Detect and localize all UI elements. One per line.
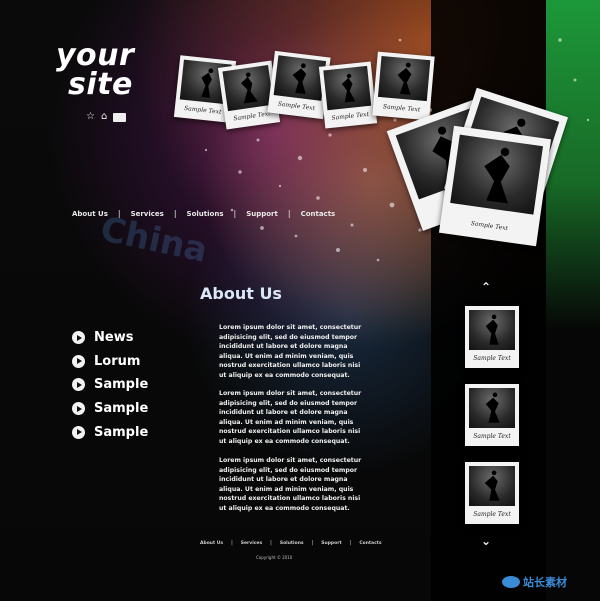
footer-separator: |: [349, 540, 352, 546]
photo-image: [322, 66, 372, 111]
corner-watermark: 站长素材: [502, 574, 567, 590]
site-logo[interactable]: your site: [56, 41, 134, 102]
gallery-photo-2[interactable]: Sample Text: [465, 384, 519, 446]
nav-services[interactable]: Services: [131, 210, 164, 218]
photo-image: [468, 466, 516, 506]
photo-caption: Sample Text: [382, 103, 421, 114]
side-menu-item-sample-3[interactable]: Sample: [72, 420, 148, 444]
header-photo-4[interactable]: Sample Text: [318, 61, 378, 129]
gallery-up-arrow-icon[interactable]: ⌃: [481, 280, 491, 294]
swirl-logo-icon: [502, 576, 520, 588]
footer-link-support[interactable]: Support: [321, 541, 341, 546]
gallery-photo-3[interactable]: Sample Text: [465, 462, 519, 524]
side-menu-label: Sample: [94, 377, 149, 393]
photo-image: [273, 55, 327, 101]
footer-link-about-us[interactable]: About Us: [200, 541, 223, 546]
star-icon[interactable]: ☆: [86, 112, 95, 122]
footer-nav: About Us | Services | Solutions | Suppor…: [200, 540, 382, 546]
side-menu-label: News: [94, 330, 134, 346]
logo-line-2: site: [68, 66, 133, 102]
photo-image: [468, 310, 516, 350]
side-menu-label: Sample: [94, 424, 149, 440]
gallery-down-arrow-icon[interactable]: ⌄: [481, 534, 491, 548]
footer-link-contacts[interactable]: Contacts: [359, 541, 381, 546]
nav-contacts[interactable]: Contacts: [301, 210, 336, 218]
side-menu: News Lorum Sample Sample Sample: [72, 326, 148, 444]
side-menu-label: Sample: [94, 401, 149, 417]
footer-link-solutions[interactable]: Solutions: [280, 541, 304, 546]
side-menu-item-lorum[interactable]: Lorum: [72, 350, 148, 374]
right-color-strip: [546, 0, 600, 601]
photo-caption: Sample Text: [473, 433, 511, 441]
play-arrow-icon: [72, 354, 85, 368]
nav-about-us[interactable]: About Us: [72, 210, 108, 218]
about-paragraph-1: Lorem ipsum dolor sit amet, consectetur …: [219, 324, 362, 379]
about-paragraph-3: Lorem ipsum dolor sit amet, consectetur …: [219, 457, 362, 512]
footer-link-services[interactable]: Services: [241, 541, 262, 546]
photo-caption: Sample Text: [473, 511, 511, 519]
nav-solutions[interactable]: Solutions: [187, 210, 224, 218]
nav-separator: |: [173, 209, 177, 218]
photo-image: [468, 388, 516, 428]
photo-caption: Sample Text: [277, 100, 316, 113]
header-icons: ☆ ⌂: [86, 112, 127, 122]
play-arrow-icon: [72, 378, 85, 392]
nav-separator: |: [117, 209, 121, 218]
side-menu-item-sample-2[interactable]: Sample: [72, 397, 148, 421]
photo-caption: Sample Text: [473, 355, 511, 363]
header-photo-5[interactable]: Sample Text: [372, 51, 435, 121]
play-arrow-icon: [72, 331, 85, 345]
side-menu-label: Lorum: [94, 353, 141, 369]
about-us-heading: About Us: [200, 284, 282, 303]
photo-image: [450, 134, 544, 215]
play-arrow-icon: [72, 425, 85, 439]
nav-separator: |: [287, 209, 291, 218]
photo-caption: Sample Text: [331, 111, 370, 123]
nav-separator: |: [233, 209, 237, 218]
footer-separator: |: [231, 540, 233, 546]
photo-image: [377, 56, 431, 102]
footer-separator: |: [311, 540, 314, 546]
main-nav: About Us | Services | Solutions | Suppor…: [72, 209, 335, 218]
corner-watermark-text: 站长素材: [523, 576, 567, 589]
gallery-photo-1[interactable]: Sample Text: [465, 306, 519, 368]
photo-image: [222, 65, 274, 112]
photo-caption: Sample Text: [470, 220, 509, 233]
side-menu-item-sample-1[interactable]: Sample: [72, 373, 148, 397]
copyright-text: Copyright © 2010: [256, 555, 293, 560]
side-menu-item-news[interactable]: News: [72, 326, 148, 350]
play-arrow-icon: [72, 402, 85, 416]
mail-icon[interactable]: [113, 112, 127, 122]
home-icon[interactable]: ⌂: [101, 112, 107, 122]
featured-photo-front[interactable]: Sample Text: [438, 125, 552, 247]
footer-separator: |: [270, 540, 272, 546]
nav-support[interactable]: Support: [246, 210, 278, 218]
about-paragraph-2: Lorem ipsum dolor sit amet, consectetur …: [219, 390, 362, 445]
